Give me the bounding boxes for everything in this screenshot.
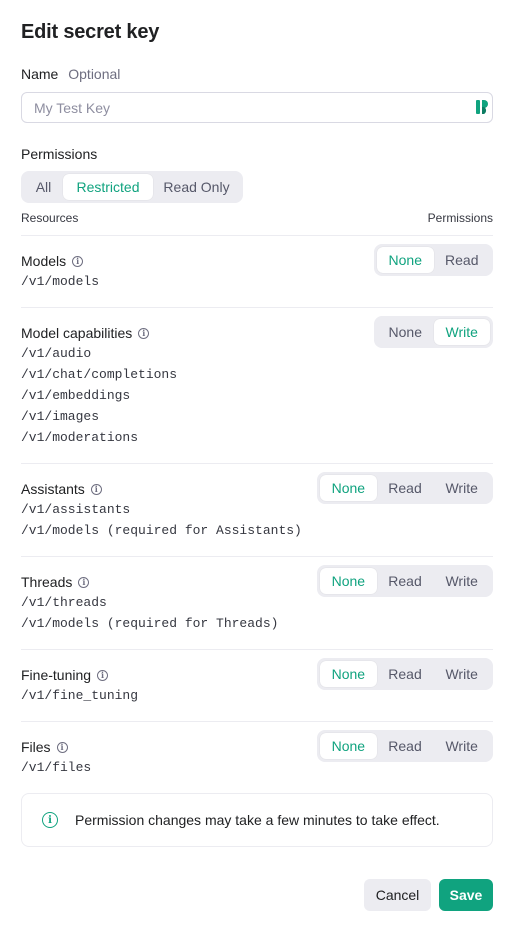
dialog-title: Edit secret key [21,21,160,43]
resource-label: Model capabilities [21,325,133,341]
model-capabilities-write-option[interactable]: Write [433,319,490,345]
files-none-option[interactable]: None [320,733,377,759]
assistants-read-option[interactable]: Read [377,475,434,501]
divider [21,649,493,650]
files-read-option[interactable]: Read [377,733,434,759]
permission-mode-read-only[interactable]: Read Only [153,174,240,200]
model-capabilities-none-option[interactable]: None [377,319,434,345]
endpoint: /v1/fine_tuning [21,688,139,703]
resource-label: Threads [21,574,73,590]
info-icon[interactable]: i [90,483,102,495]
endpoint: /v1/assistants [21,502,131,517]
info-icon[interactable]: i [72,255,84,267]
resource-name-fine-tuning: Fine-tuning i [21,667,109,683]
permissions-column-header: Permissions [427,211,493,225]
endpoint: /v1/embeddings [21,388,131,403]
assistants-none-option[interactable]: None [320,475,377,501]
endpoint: /v1/images [21,409,100,424]
endpoint: /v1/models (required for Threads) [21,616,279,631]
password-manager-icon[interactable] [475,99,489,115]
threads-permission-selector: None Read Write [317,565,493,597]
name-input[interactable] [21,92,493,123]
save-button[interactable]: Save [439,879,493,911]
models-permission-selector: None Read [374,244,493,276]
name-label-row: Name Optional [21,66,120,82]
resource-name-files: Files i [21,739,68,755]
assistants-write-option[interactable]: Write [433,475,490,501]
permissions-title: Permissions [21,146,98,162]
info-icon[interactable]: i [56,741,68,753]
permission-mode-selector: All Restricted Read Only [21,171,243,203]
info-icon: i [42,812,58,828]
endpoint: /v1/threads [21,595,107,610]
fine-tuning-write-option[interactable]: Write [433,661,490,687]
divider [21,307,493,308]
resource-label: Files [21,739,51,755]
notice-text: Permission changes may take a few minute… [75,812,440,828]
endpoint: /v1/files [21,760,92,775]
files-permission-selector: None Read Write [317,730,493,762]
name-label: Name [21,66,59,82]
resource-name-model-capabilities: Model capabilities i [21,325,150,341]
threads-write-option[interactable]: Write [433,568,490,594]
endpoint: /v1/models [21,274,100,289]
resource-name-threads: Threads i [21,574,90,590]
resource-label: Fine-tuning [21,667,92,683]
endpoint: /v1/moderations [21,430,139,445]
divider [21,463,493,464]
fine-tuning-none-option[interactable]: None [320,661,377,687]
models-none-option[interactable]: None [377,247,434,273]
model-capabilities-permission-selector: None Write [374,316,493,348]
endpoint: /v1/chat/completions [21,367,178,382]
info-icon[interactable]: i [78,576,90,588]
info-icon[interactable]: i [138,327,150,339]
models-read-option[interactable]: Read [434,247,491,273]
permission-notice: i Permission changes may take a few minu… [21,793,493,847]
fine-tuning-permission-selector: None Read Write [317,658,493,690]
permission-mode-all[interactable]: All [24,174,63,200]
endpoint: /v1/audio [21,346,92,361]
assistants-permission-selector: None Read Write [317,472,493,504]
resources-column-header: Resources [21,211,79,225]
endpoint: /v1/models (required for Assistants) [21,523,302,538]
divider [21,235,493,236]
optional-hint: Optional [68,66,121,82]
threads-none-option[interactable]: None [320,568,377,594]
resource-name-assistants: Assistants i [21,481,102,497]
threads-read-option[interactable]: Read [377,568,434,594]
edit-secret-key-dialog: Edit secret key Name Optional Permission… [0,0,516,935]
files-write-option[interactable]: Write [433,733,490,759]
info-icon[interactable]: i [97,669,109,681]
permission-mode-restricted[interactable]: Restricted [63,174,153,200]
cancel-button[interactable]: Cancel [364,879,431,911]
divider [21,721,493,722]
divider [21,556,493,557]
resource-label: Assistants [21,481,85,497]
fine-tuning-read-option[interactable]: Read [377,661,434,687]
resource-name-models: Models i [21,253,84,269]
resource-label: Models [21,253,67,269]
